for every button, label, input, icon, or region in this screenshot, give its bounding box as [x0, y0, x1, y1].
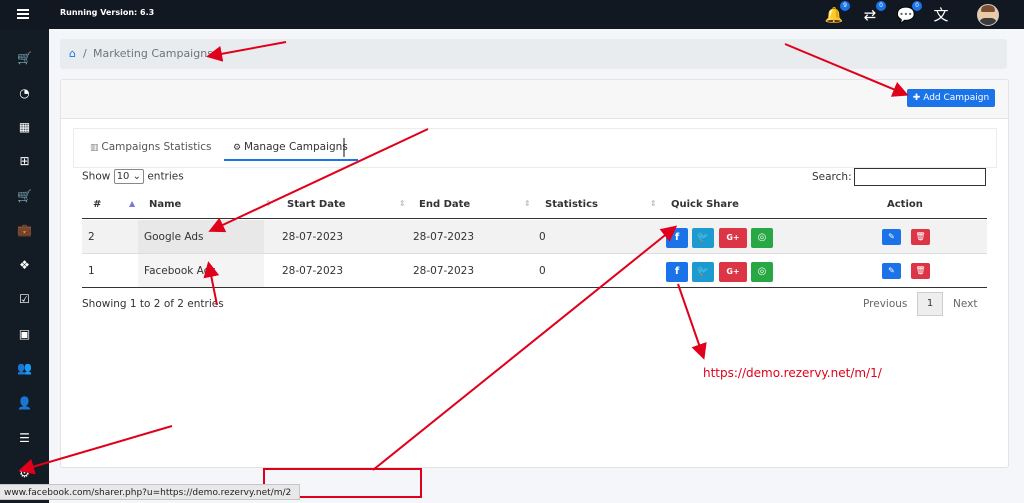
annotation-url: https://demo.rezervy.net/m/1/: [703, 366, 882, 380]
annotation-arrows: [18, 41, 909, 475]
browser-status-bar: www.facebook.com/sharer.php?u=https://de…: [0, 484, 300, 500]
